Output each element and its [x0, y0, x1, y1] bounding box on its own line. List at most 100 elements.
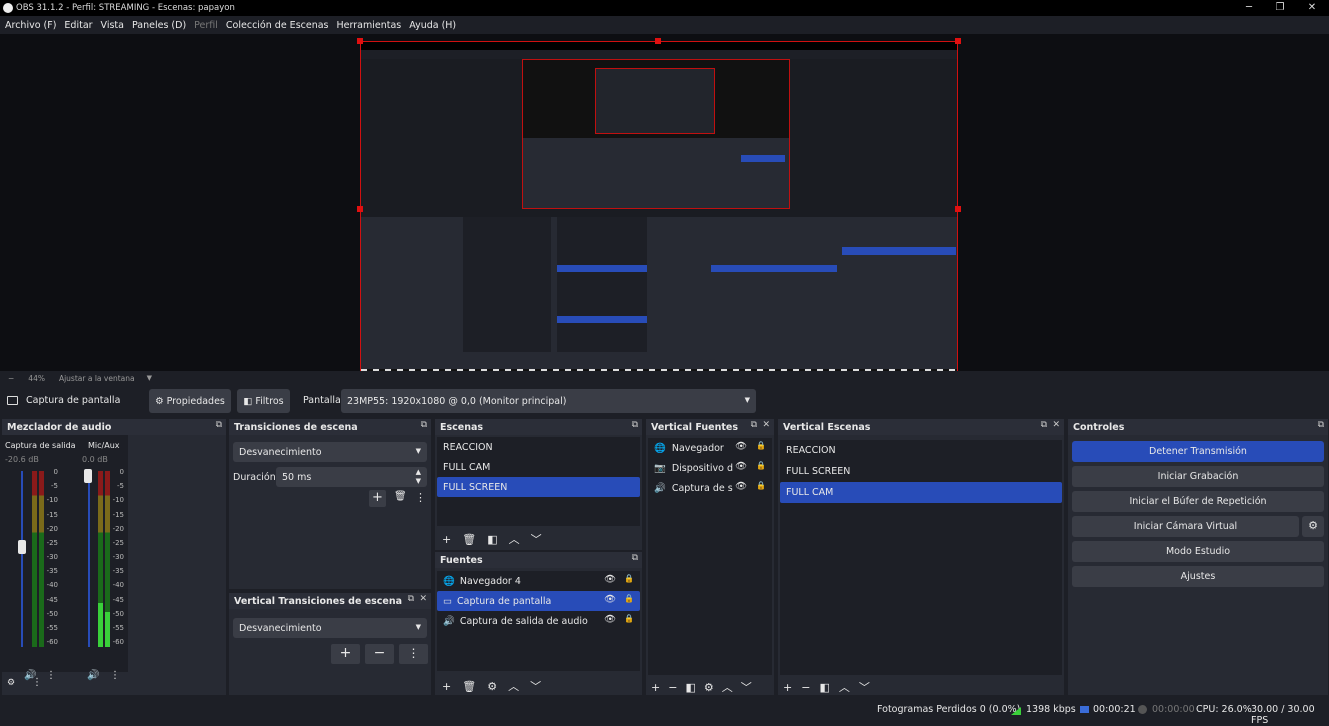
scene-filters-icon[interactable]: ◧	[487, 533, 497, 546]
gear-icon[interactable]: ⚙	[704, 681, 714, 694]
resize-handle-left[interactable]	[357, 206, 363, 212]
scene-item-full-cam[interactable]: FULL CAM	[437, 457, 640, 477]
resize-handle-top[interactable]	[655, 38, 661, 44]
minimize-button[interactable]: ─	[1234, 0, 1264, 16]
eye-icon[interactable]: 👁	[604, 594, 616, 605]
menu-ayuda[interactable]: Ayuda (H)	[409, 20, 456, 31]
close-dock-icon[interactable]: ✕	[762, 420, 770, 430]
mixer-menu-icon[interactable]: ⋮	[32, 677, 42, 688]
menu-editar[interactable]: Editar	[64, 20, 92, 31]
resize-handle-top-right[interactable]	[955, 38, 961, 44]
eye-icon[interactable]: 👁	[735, 461, 747, 472]
start-replay-buffer-button[interactable]: Iniciar el Búfer de Repetición	[1072, 491, 1324, 512]
scene-item-reaccion[interactable]: REACCION	[437, 437, 640, 457]
close-window-button[interactable]: ✕	[1297, 0, 1327, 16]
vertical-transition-select[interactable]: Desvanecimiento ▼	[233, 618, 427, 638]
add-icon[interactable]: +	[442, 680, 451, 693]
settings-button[interactable]: Ajustes	[1072, 566, 1324, 587]
menu-archivo[interactable]: Archivo (F)	[5, 20, 56, 31]
scene-item-full-screen[interactable]: FULL SCREEN	[437, 477, 640, 497]
start-recording-button[interactable]: Iniciar Grabación	[1072, 466, 1324, 487]
channel-menu-icon-2[interactable]: ⋮	[110, 670, 120, 681]
preview-canvas[interactable]	[0, 34, 1329, 372]
chevron-up-icon[interactable]: ︿	[722, 679, 733, 695]
float-dock-icon[interactable]: ⧉	[632, 420, 638, 430]
vertical-source-item[interactable]: 🔊 Captura de s 👁 🔒	[648, 478, 772, 498]
chevron-up-icon[interactable]: ▲	[416, 468, 421, 476]
float-dock-icon[interactable]: ⧉	[1041, 420, 1047, 430]
trash-icon[interactable]: 🗑	[462, 680, 476, 693]
properties-button[interactable]: ⚙ Propiedades	[149, 389, 231, 413]
eye-icon[interactable]: 👁	[735, 481, 747, 492]
vertical-scene-item-reaccion[interactable]: REACCION	[780, 440, 1062, 461]
display-select[interactable]: 23MP55: 1920x1080 @ 0,0 (Monitor princip…	[341, 389, 756, 413]
studio-mode-button[interactable]: Modo Estudio	[1072, 541, 1324, 562]
channel-menu-icon-1[interactable]: ⋮	[46, 670, 56, 681]
zoom-dropdown-icon[interactable]: ▼	[147, 374, 152, 382]
float-dock-icon[interactable]: ⧉	[421, 420, 427, 430]
float-dock-icon[interactable]: ⧉	[216, 420, 222, 430]
chevron-up-icon[interactable]: ︿	[508, 678, 519, 694]
menu-herramientas[interactable]: Herramientas	[337, 20, 402, 31]
remove-vertical-transition-button[interactable]: −	[365, 644, 394, 664]
stop-streaming-button[interactable]: Detener Transmisión	[1072, 441, 1324, 462]
add-icon[interactable]: +	[783, 681, 792, 694]
eye-icon[interactable]: 👁	[604, 614, 616, 625]
lock-icon[interactable]: 🔒	[624, 574, 634, 583]
remove-icon[interactable]: −	[668, 681, 677, 694]
resize-handle-right[interactable]	[955, 206, 961, 212]
add-vertical-transition-button[interactable]: +	[331, 644, 360, 664]
start-virtual-camera-button[interactable]: Iniciar Cámara Virtual	[1072, 516, 1299, 537]
volume-fader-handle-2[interactable]	[84, 469, 92, 483]
virtual-camera-gear-icon[interactable]: ⚙	[1302, 516, 1324, 537]
advanced-audio-gear-icon[interactable]: ⚙	[7, 678, 15, 688]
source-item-captura-audio[interactable]: 🔊 Captura de salida de audio 👁 🔒	[437, 611, 640, 631]
menu-coleccion[interactable]: Colección de Escenas	[226, 20, 329, 31]
filters-icon[interactable]: ◧	[685, 681, 695, 694]
close-dock-icon[interactable]: ✕	[419, 594, 427, 604]
remove-icon[interactable]: −	[801, 681, 810, 694]
lock-icon[interactable]: 🔒	[624, 614, 634, 623]
eye-icon[interactable]: 👁	[735, 441, 747, 452]
menu-vista[interactable]: Vista	[101, 20, 124, 31]
vertical-transition-menu-button[interactable]: ⋮	[399, 644, 428, 664]
chevron-down-icon[interactable]: ﹀	[741, 679, 752, 695]
vertical-source-item[interactable]: 📷 Dispositivo d 👁 🔒	[648, 458, 772, 478]
eye-icon[interactable]: 👁	[604, 574, 616, 585]
lock-icon[interactable]: 🔒	[756, 441, 766, 450]
gear-icon[interactable]: ⚙	[487, 680, 497, 693]
mute-speaker-icon-2[interactable]: 🔊	[87, 670, 99, 681]
lock-icon[interactable]: 🔒	[756, 481, 766, 490]
resize-handle-top-left[interactable]	[357, 38, 363, 44]
duration-spinbox[interactable]: 50 ms ▲ ▼	[276, 467, 427, 487]
lock-icon[interactable]: 🔒	[756, 461, 766, 470]
vertical-source-item[interactable]: 🌐 Navegador 👁 🔒	[648, 438, 772, 458]
add-icon[interactable]: +	[651, 681, 660, 694]
add-icon[interactable]: +	[442, 533, 451, 546]
menu-paneles[interactable]: Paneles (D)	[132, 20, 186, 31]
nested-preview-source[interactable]	[357, 38, 961, 372]
add-transition-button[interactable]: +	[369, 490, 386, 507]
vertical-scene-item-full-screen[interactable]: FULL SCREEN	[780, 461, 1062, 482]
chevron-down-icon[interactable]: ﹀	[530, 678, 541, 694]
float-dock-icon[interactable]: ⧉	[751, 420, 757, 430]
source-item-navegador-4[interactable]: 🌐 Navegador 4 👁 🔒	[437, 571, 640, 591]
float-dock-icon[interactable]: ⧉	[408, 594, 414, 604]
float-dock-icon[interactable]: ⧉	[632, 553, 638, 563]
lock-icon[interactable]: 🔒	[624, 594, 634, 603]
trash-icon[interactable]: 🗑	[394, 491, 407, 502]
chevron-down-icon[interactable]: ﹀	[531, 531, 542, 547]
vertical-scene-item-full-cam[interactable]: FULL CAM	[780, 482, 1062, 503]
fit-window-label[interactable]: Ajustar a la ventana	[59, 374, 135, 383]
close-dock-icon[interactable]: ✕	[1052, 420, 1060, 430]
trash-icon[interactable]: 🗑	[462, 533, 476, 546]
volume-fader-handle-1[interactable]	[18, 540, 26, 554]
filters-icon[interactable]: ◧	[819, 681, 829, 694]
volume-fader-track-2[interactable]	[88, 471, 90, 647]
transition-menu-icon[interactable]: ⋮	[415, 491, 426, 504]
restore-button[interactable]: ❐	[1265, 0, 1295, 16]
chevron-down-icon[interactable]: ▼	[416, 477, 421, 485]
filters-button[interactable]: ◧ Filtros	[237, 389, 290, 413]
chevron-down-icon[interactable]: ﹀	[859, 679, 870, 695]
volume-fader-track-1[interactable]	[21, 471, 23, 647]
